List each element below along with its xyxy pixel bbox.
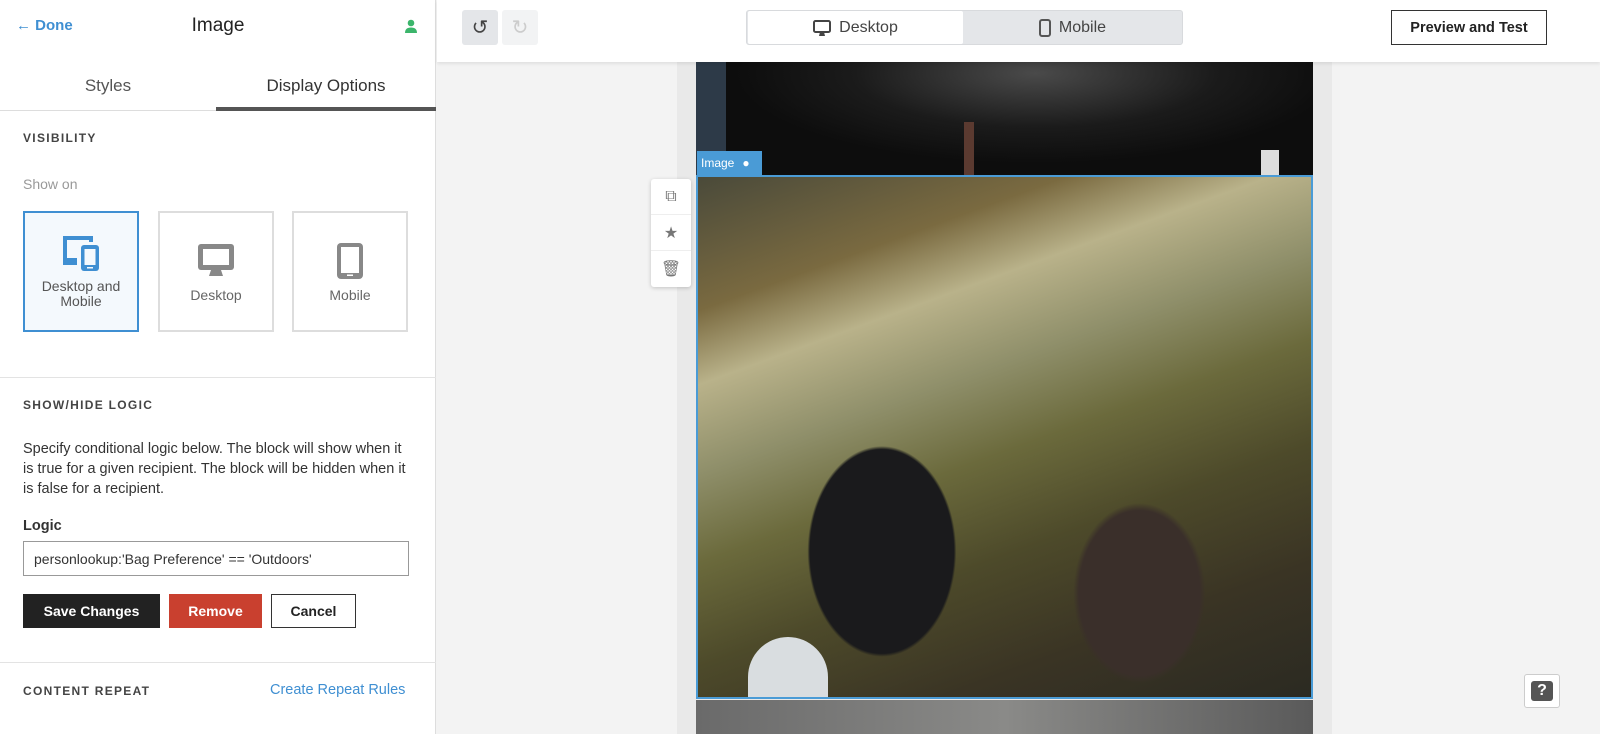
create-repeat-rules-link[interactable]: Create Repeat Rules <box>270 682 405 698</box>
undo-icon: ↺ <box>471 17 489 39</box>
help-icon: ? <box>1531 681 1553 701</box>
show-on-label: Show on <box>23 176 78 192</box>
show-hide-logic-heading: SHOW/HIDE LOGIC <box>23 398 154 412</box>
person-icon: ● <box>742 156 750 170</box>
duplicate-icon[interactable]: ⧉ <box>651 179 691 215</box>
save-changes-button[interactable]: Save Changes <box>23 594 160 628</box>
person-icon[interactable] <box>403 18 419 34</box>
selected-image-block[interactable] <box>696 175 1313 699</box>
desktop-icon <box>813 19 832 36</box>
visibility-option-desktop[interactable]: Desktop <box>158 211 274 332</box>
undo-button[interactable]: ↺ <box>462 10 498 45</box>
logic-description: Specify conditional logic below. The blo… <box>23 441 406 497</box>
desktop-icon <box>198 244 234 276</box>
panel-title: Image <box>191 15 245 36</box>
divider <box>0 662 436 663</box>
desktop-and-mobile-icon <box>63 236 99 271</box>
email-canvas: Image ● ⧉ ★ 🗑 <box>437 0 1600 734</box>
view-toggle: Desktop Mobile <box>746 10 1183 45</box>
logic-label: Logic <box>23 518 62 534</box>
tab-display-options[interactable]: Display Options <box>216 76 436 96</box>
mobile-icon <box>1038 18 1051 37</box>
previous-image-block[interactable] <box>696 62 1313 175</box>
mobile-view-button[interactable]: Mobile <box>963 11 1182 44</box>
tab-styles[interactable]: Styles <box>0 76 216 96</box>
desktop-view-button[interactable]: Desktop <box>748 11 963 44</box>
settings-panel: ← Done Image Styles Display Options VISI… <box>0 0 436 734</box>
redo-button[interactable]: ↻ <box>502 10 538 45</box>
remove-button[interactable]: Remove <box>169 594 262 628</box>
block-actions-toolbar: ⧉ ★ 🗑 <box>651 179 691 287</box>
preview-and-test-button[interactable]: Preview and Test <box>1391 10 1547 45</box>
visibility-heading: VISIBILITY <box>23 131 97 145</box>
visibility-option-desktop-and-mobile[interactable]: Desktop and Mobile <box>23 211 139 332</box>
help-button[interactable]: ? <box>1524 674 1560 708</box>
cancel-button[interactable]: Cancel <box>271 594 356 628</box>
divider <box>0 377 436 378</box>
mobile-icon <box>337 243 363 279</box>
active-tab-indicator <box>216 107 436 111</box>
star-icon[interactable]: ★ <box>651 215 691 251</box>
visibility-option-mobile[interactable]: Mobile <box>292 211 408 332</box>
trash-icon[interactable]: 🗑 <box>651 251 691 287</box>
next-image-block[interactable] <box>696 700 1313 734</box>
selected-block-label[interactable]: Image ● <box>697 151 762 175</box>
content-repeat-heading: CONTENT REPEAT <box>23 684 151 698</box>
redo-icon: ↻ <box>511 17 529 39</box>
logic-input[interactable] <box>23 541 409 576</box>
